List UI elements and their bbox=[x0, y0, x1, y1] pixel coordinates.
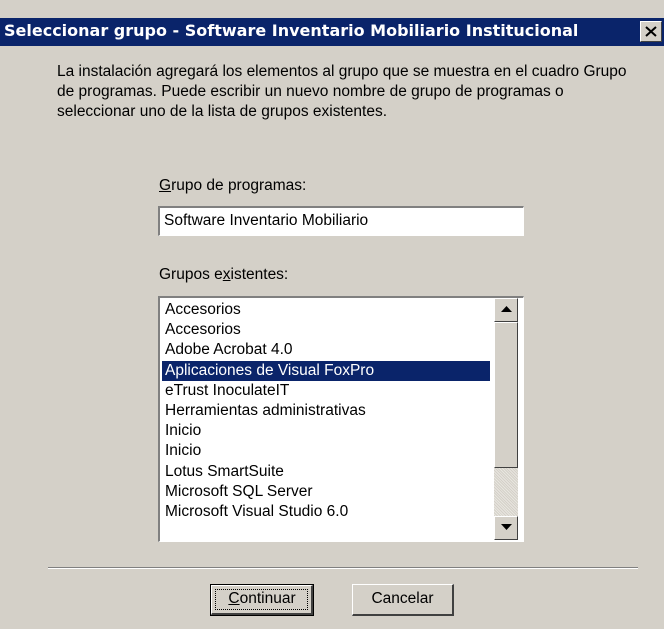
existing-groups-label-accel: x bbox=[222, 266, 231, 283]
list-item[interactable]: Accesorios bbox=[162, 320, 490, 340]
cancel-button[interactable]: Cancelar bbox=[352, 584, 454, 616]
arrow-down-icon bbox=[501, 524, 512, 530]
list-items: Accesorios Accesorios Adobe Acrobat 4.0 … bbox=[162, 300, 490, 522]
list-item[interactable]: eTrust InoculateIT bbox=[162, 381, 490, 401]
cancel-button-label: Cancelar bbox=[371, 590, 434, 607]
group-field-label: Grupo de programas: bbox=[159, 177, 306, 195]
existing-groups-label: Grupos existentes: bbox=[159, 266, 288, 284]
list-item[interactable]: Microsoft SQL Server bbox=[162, 482, 490, 502]
existing-groups-label-post: istentes: bbox=[230, 266, 289, 283]
existing-groups-label-pre: Grupos e bbox=[159, 266, 223, 283]
scroll-up-button[interactable] bbox=[494, 298, 518, 322]
continue-button[interactable]: Continuar bbox=[210, 584, 314, 616]
instructions-text: La instalación agregará los elementos al… bbox=[57, 63, 627, 120]
list-item[interactable]: Herramientas administrativas bbox=[162, 401, 490, 421]
title-bar[interactable]: Seleccionar grupo - Software Inventario … bbox=[0, 18, 664, 46]
program-group-input[interactable]: Software Inventario Mobiliario bbox=[158, 206, 524, 236]
list-item[interactable]: Inicio bbox=[162, 441, 490, 461]
group-field-label-accel: G bbox=[159, 177, 172, 194]
list-item[interactable]: Inicio bbox=[162, 421, 490, 441]
scroll-down-button[interactable] bbox=[494, 516, 518, 540]
vertical-scrollbar[interactable] bbox=[494, 298, 518, 540]
list-item[interactable]: Aplicaciones de Visual FoxPro bbox=[162, 360, 490, 381]
close-icon bbox=[645, 26, 657, 37]
list-item[interactable]: Microsoft Visual Studio 6.0 bbox=[162, 502, 490, 522]
list-item[interactable]: Lotus SmartSuite bbox=[162, 462, 490, 482]
scroll-thumb[interactable] bbox=[494, 322, 518, 468]
list-item[interactable]: Adobe Acrobat 4.0 bbox=[162, 340, 490, 360]
group-field-label-rest: rupo de programas: bbox=[171, 177, 307, 194]
window-title: Seleccionar grupo - Software Inventario … bbox=[4, 21, 579, 40]
close-button[interactable] bbox=[640, 21, 662, 42]
continue-accel: C bbox=[228, 590, 240, 607]
arrow-up-icon bbox=[501, 306, 512, 312]
list-item[interactable]: Accesorios bbox=[162, 300, 490, 320]
continue-rest: ontinuar bbox=[239, 590, 296, 607]
existing-groups-list[interactable]: Accesorios Accesorios Adobe Acrobat 4.0 … bbox=[158, 296, 524, 542]
separator-line bbox=[48, 567, 638, 569]
dialog-window: Seleccionar grupo - Software Inventario … bbox=[0, 0, 664, 629]
continue-button-label: Continuar bbox=[228, 590, 295, 607]
